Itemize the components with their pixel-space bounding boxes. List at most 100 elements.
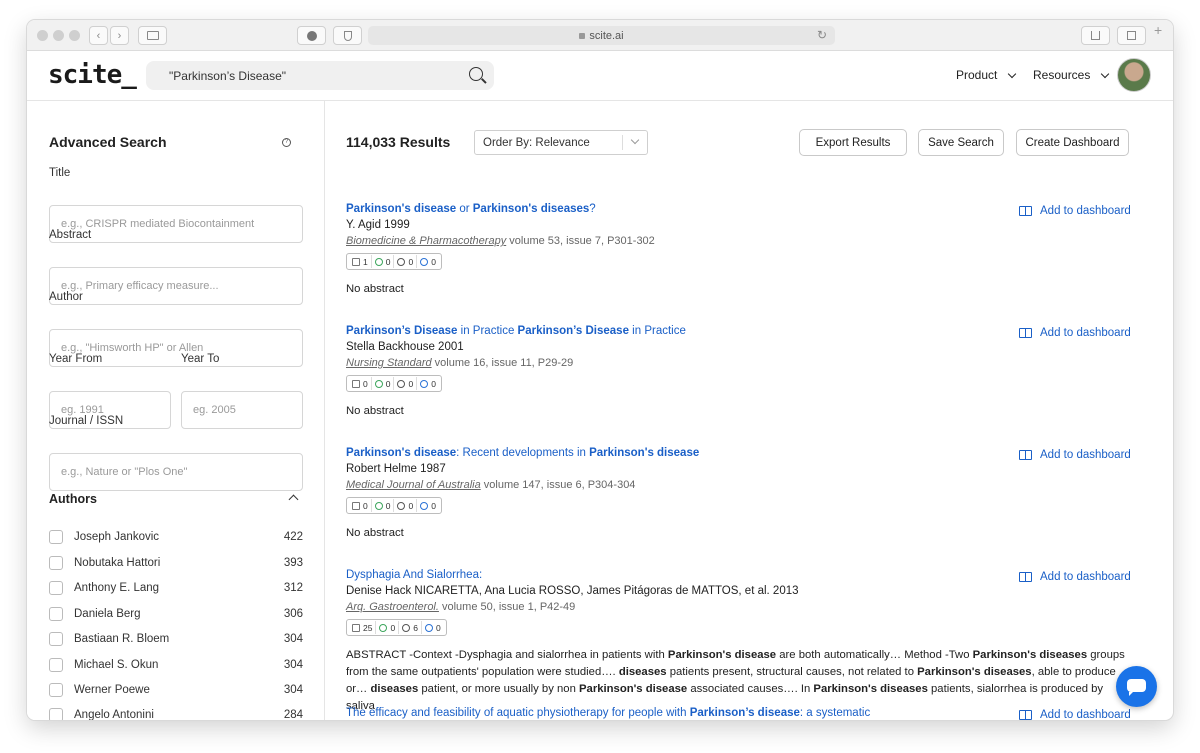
close-window-dot[interactable] — [37, 30, 48, 41]
sidebar-toggle-button[interactable] — [138, 26, 167, 45]
nav-resources[interactable]: Resources — [1033, 68, 1109, 82]
abstract-text: are both automatically… Method -Two — [776, 648, 973, 661]
author-filter-row[interactable]: Joseph Jankovic 422 — [49, 528, 303, 548]
book-icon — [1019, 206, 1032, 216]
author-checkbox[interactable] — [49, 556, 63, 570]
tally-item: 0 — [370, 255, 394, 268]
supporting-citations-icon — [379, 623, 388, 632]
journal-link[interactable]: Arq. Gastroenterol. — [346, 601, 439, 613]
author-filter-row[interactable]: Bastiaan R. Bloem 304 — [49, 630, 303, 650]
author-checkbox[interactable] — [49, 658, 63, 672]
help-icon[interactable]: ? — [282, 138, 291, 147]
abstract-text: associated causes…. In — [687, 682, 814, 695]
author-checkbox[interactable] — [49, 530, 63, 544]
author-count: 304 — [283, 633, 303, 645]
citation-tally[interactable]: 0 0 0 0 — [346, 375, 442, 392]
nav-product-label: Product — [956, 68, 998, 82]
abstract-text: No abstract — [346, 282, 404, 295]
chevron-up-icon[interactable] — [288, 494, 299, 505]
title-highlight: Parkinson’s Disease — [517, 325, 629, 337]
nav-resources-label: Resources — [1033, 68, 1091, 82]
tally-item: 0 — [416, 499, 439, 512]
add-to-dashboard-link[interactable]: Add to dashboard — [1019, 449, 1131, 461]
share-button[interactable] — [1081, 26, 1110, 45]
author-filter-row[interactable]: Anthony E. Lang 312 — [49, 579, 303, 599]
minimize-window-dot[interactable] — [53, 30, 64, 41]
user-avatar[interactable] — [1117, 58, 1151, 92]
create-dashboard-button[interactable]: Create Dashboard — [1016, 129, 1129, 156]
author-filter-row[interactable]: Daniela Berg 306 — [49, 605, 303, 625]
new-tab-icon[interactable]: + — [1154, 22, 1162, 38]
address-bar[interactable]: scite.ai ↻ — [368, 26, 835, 45]
app-header: scite_ "Parkinson’s Disease" Product Res… — [27, 51, 1173, 101]
add-to-dashboard-link[interactable]: Add to dashboard — [1019, 205, 1131, 217]
zoom-window-dot[interactable] — [69, 30, 80, 41]
reload-icon[interactable]: ↻ — [817, 28, 827, 42]
title-highlight: Parkinson's disease — [346, 203, 457, 215]
chat-icon — [1127, 679, 1146, 696]
browser-toolbar: ‹ › scite.ai ↻ + — [27, 20, 1173, 51]
mentioning-citations-icon — [397, 501, 406, 510]
author-filter-row[interactable]: Michael S. Okun 304 — [49, 656, 303, 676]
back-button[interactable]: ‹ — [89, 26, 108, 45]
book-icon — [1019, 710, 1032, 720]
author-checkbox[interactable] — [49, 607, 63, 621]
results-panel: 114,033 Results Order By: Relevance Expo… — [326, 101, 1173, 720]
tabs-overview-button[interactable] — [1117, 26, 1146, 45]
save-search-button[interactable]: Save Search — [918, 129, 1004, 156]
result-title-link[interactable]: Dysphagia And Sialorrhea: — [346, 569, 1126, 581]
author-filter-row[interactable]: Werner Poewe 304 — [49, 681, 303, 701]
publication-details: volume 147, issue 6, P304-304 — [480, 479, 636, 491]
book-icon — [1019, 572, 1032, 582]
citation-tally[interactable]: 1 0 0 0 — [346, 253, 442, 270]
add-to-dashboard-link[interactable]: Add to dashboard — [1019, 709, 1131, 720]
citation-tally[interactable]: 25 0 6 0 — [346, 619, 447, 636]
tally-item: 1 — [349, 255, 371, 268]
search-input[interactable]: "Parkinson’s Disease" — [146, 61, 494, 90]
title-text: : a systematic — [799, 707, 871, 719]
scite-logo[interactable]: scite_ — [48, 60, 137, 90]
author-checkbox[interactable] — [49, 683, 63, 697]
supporting-citations-icon — [374, 257, 383, 266]
year-to-field[interactable] — [181, 391, 303, 429]
tally-count: 0 — [363, 500, 368, 511]
citation-tally[interactable]: 0 0 0 0 — [346, 497, 442, 514]
shield-icon — [343, 30, 352, 41]
tally-item: 0 — [420, 621, 444, 634]
journal-link[interactable]: Biomedicine & Pharmacotherapy — [346, 235, 506, 247]
extension-button[interactable] — [297, 26, 326, 45]
result-authors: Stella Backhouse 2001 — [346, 341, 464, 353]
year-from-label: Year From — [49, 353, 103, 365]
contrasting-citations-icon — [420, 379, 429, 388]
tally-count: 0 — [390, 622, 396, 633]
author-filter-row[interactable]: Angelo Antonini 284 — [49, 706, 303, 720]
add-to-dashboard-label: Add to dashboard — [1040, 327, 1131, 339]
abstract-highlight: Parkinson's diseases — [917, 665, 1032, 678]
journal-link[interactable]: Medical Journal of Australia — [346, 479, 481, 491]
order-by-select[interactable]: Order By: Relevance — [474, 130, 648, 155]
title-text: Dysphagia And Sialorrhea: — [346, 569, 483, 581]
nav-product[interactable]: Product — [956, 68, 1016, 82]
author-checkbox[interactable] — [49, 708, 63, 720]
shield-button[interactable] — [333, 26, 362, 45]
result-title-link[interactable]: Parkinson's disease: Recent developments… — [346, 447, 1126, 459]
result-title-link[interactable]: Parkinson's disease or Parkinson's disea… — [346, 203, 1126, 215]
journal-field[interactable] — [49, 453, 303, 491]
add-to-dashboard-link[interactable]: Add to dashboard — [1019, 571, 1131, 583]
journal-link[interactable]: Nursing Standard — [346, 357, 432, 369]
chat-button[interactable] — [1116, 666, 1157, 707]
export-results-button[interactable]: Export Results — [799, 129, 907, 156]
author-checkbox[interactable] — [49, 581, 63, 595]
add-to-dashboard-label: Add to dashboard — [1040, 205, 1131, 217]
tally-count: 0 — [385, 378, 391, 389]
abstract-field[interactable] — [49, 267, 303, 305]
result-title-link[interactable]: Parkinson’s Disease in Practice Parkinso… — [346, 325, 1126, 337]
add-to-dashboard-link[interactable]: Add to dashboard — [1019, 327, 1131, 339]
search-icon[interactable] — [469, 67, 483, 81]
tally-item: 0 — [349, 377, 371, 390]
author-checkbox[interactable] — [49, 632, 63, 646]
result-title-link[interactable]: The efficacy and feasibility of aquatic … — [346, 707, 1126, 719]
forward-button[interactable]: › — [110, 26, 129, 45]
author-filter-row[interactable]: Nobutaka Hattori 393 — [49, 554, 303, 574]
title-highlight: Parkinson's diseases — [472, 203, 590, 215]
